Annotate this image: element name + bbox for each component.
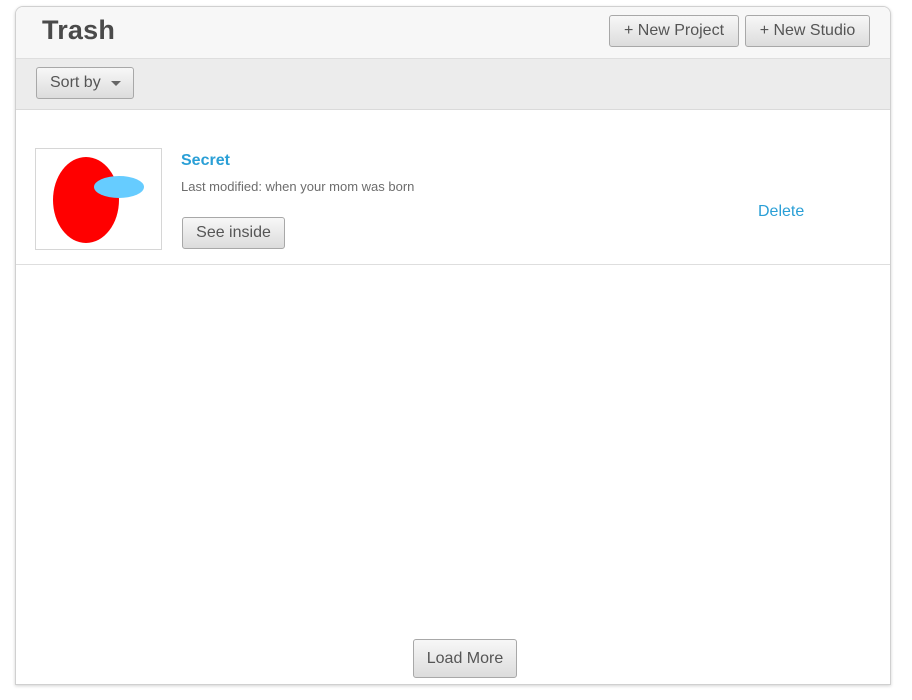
red-ellipse-shape — [53, 157, 119, 243]
delete-link[interactable]: Delete — [758, 203, 804, 221]
blue-ellipse-shape — [94, 176, 144, 198]
project-list-item: Secret Last modified: when your mom was … — [16, 110, 890, 265]
trash-panel: Trash + New Project + New Studio Sort by… — [15, 6, 891, 685]
new-studio-button[interactable]: + New Studio — [745, 15, 870, 47]
see-inside-button[interactable]: See inside — [182, 217, 285, 249]
load-more-button[interactable]: Load More — [413, 639, 517, 678]
project-last-modified: Last modified: when your mom was born — [181, 179, 415, 194]
sort-by-dropdown[interactable]: Sort by — [36, 67, 134, 99]
caret-down-icon — [111, 81, 121, 86]
sort-toolbar: Sort by — [16, 59, 890, 110]
new-project-button[interactable]: + New Project — [609, 15, 739, 47]
project-title-link[interactable]: Secret — [181, 152, 230, 170]
page-title: Trash — [42, 15, 116, 45]
sort-by-label: Sort by — [50, 74, 101, 91]
thumbnail-drawing — [53, 157, 144, 243]
project-thumbnail[interactable] — [35, 148, 162, 250]
panel-header: Trash + New Project + New Studio — [16, 7, 890, 59]
